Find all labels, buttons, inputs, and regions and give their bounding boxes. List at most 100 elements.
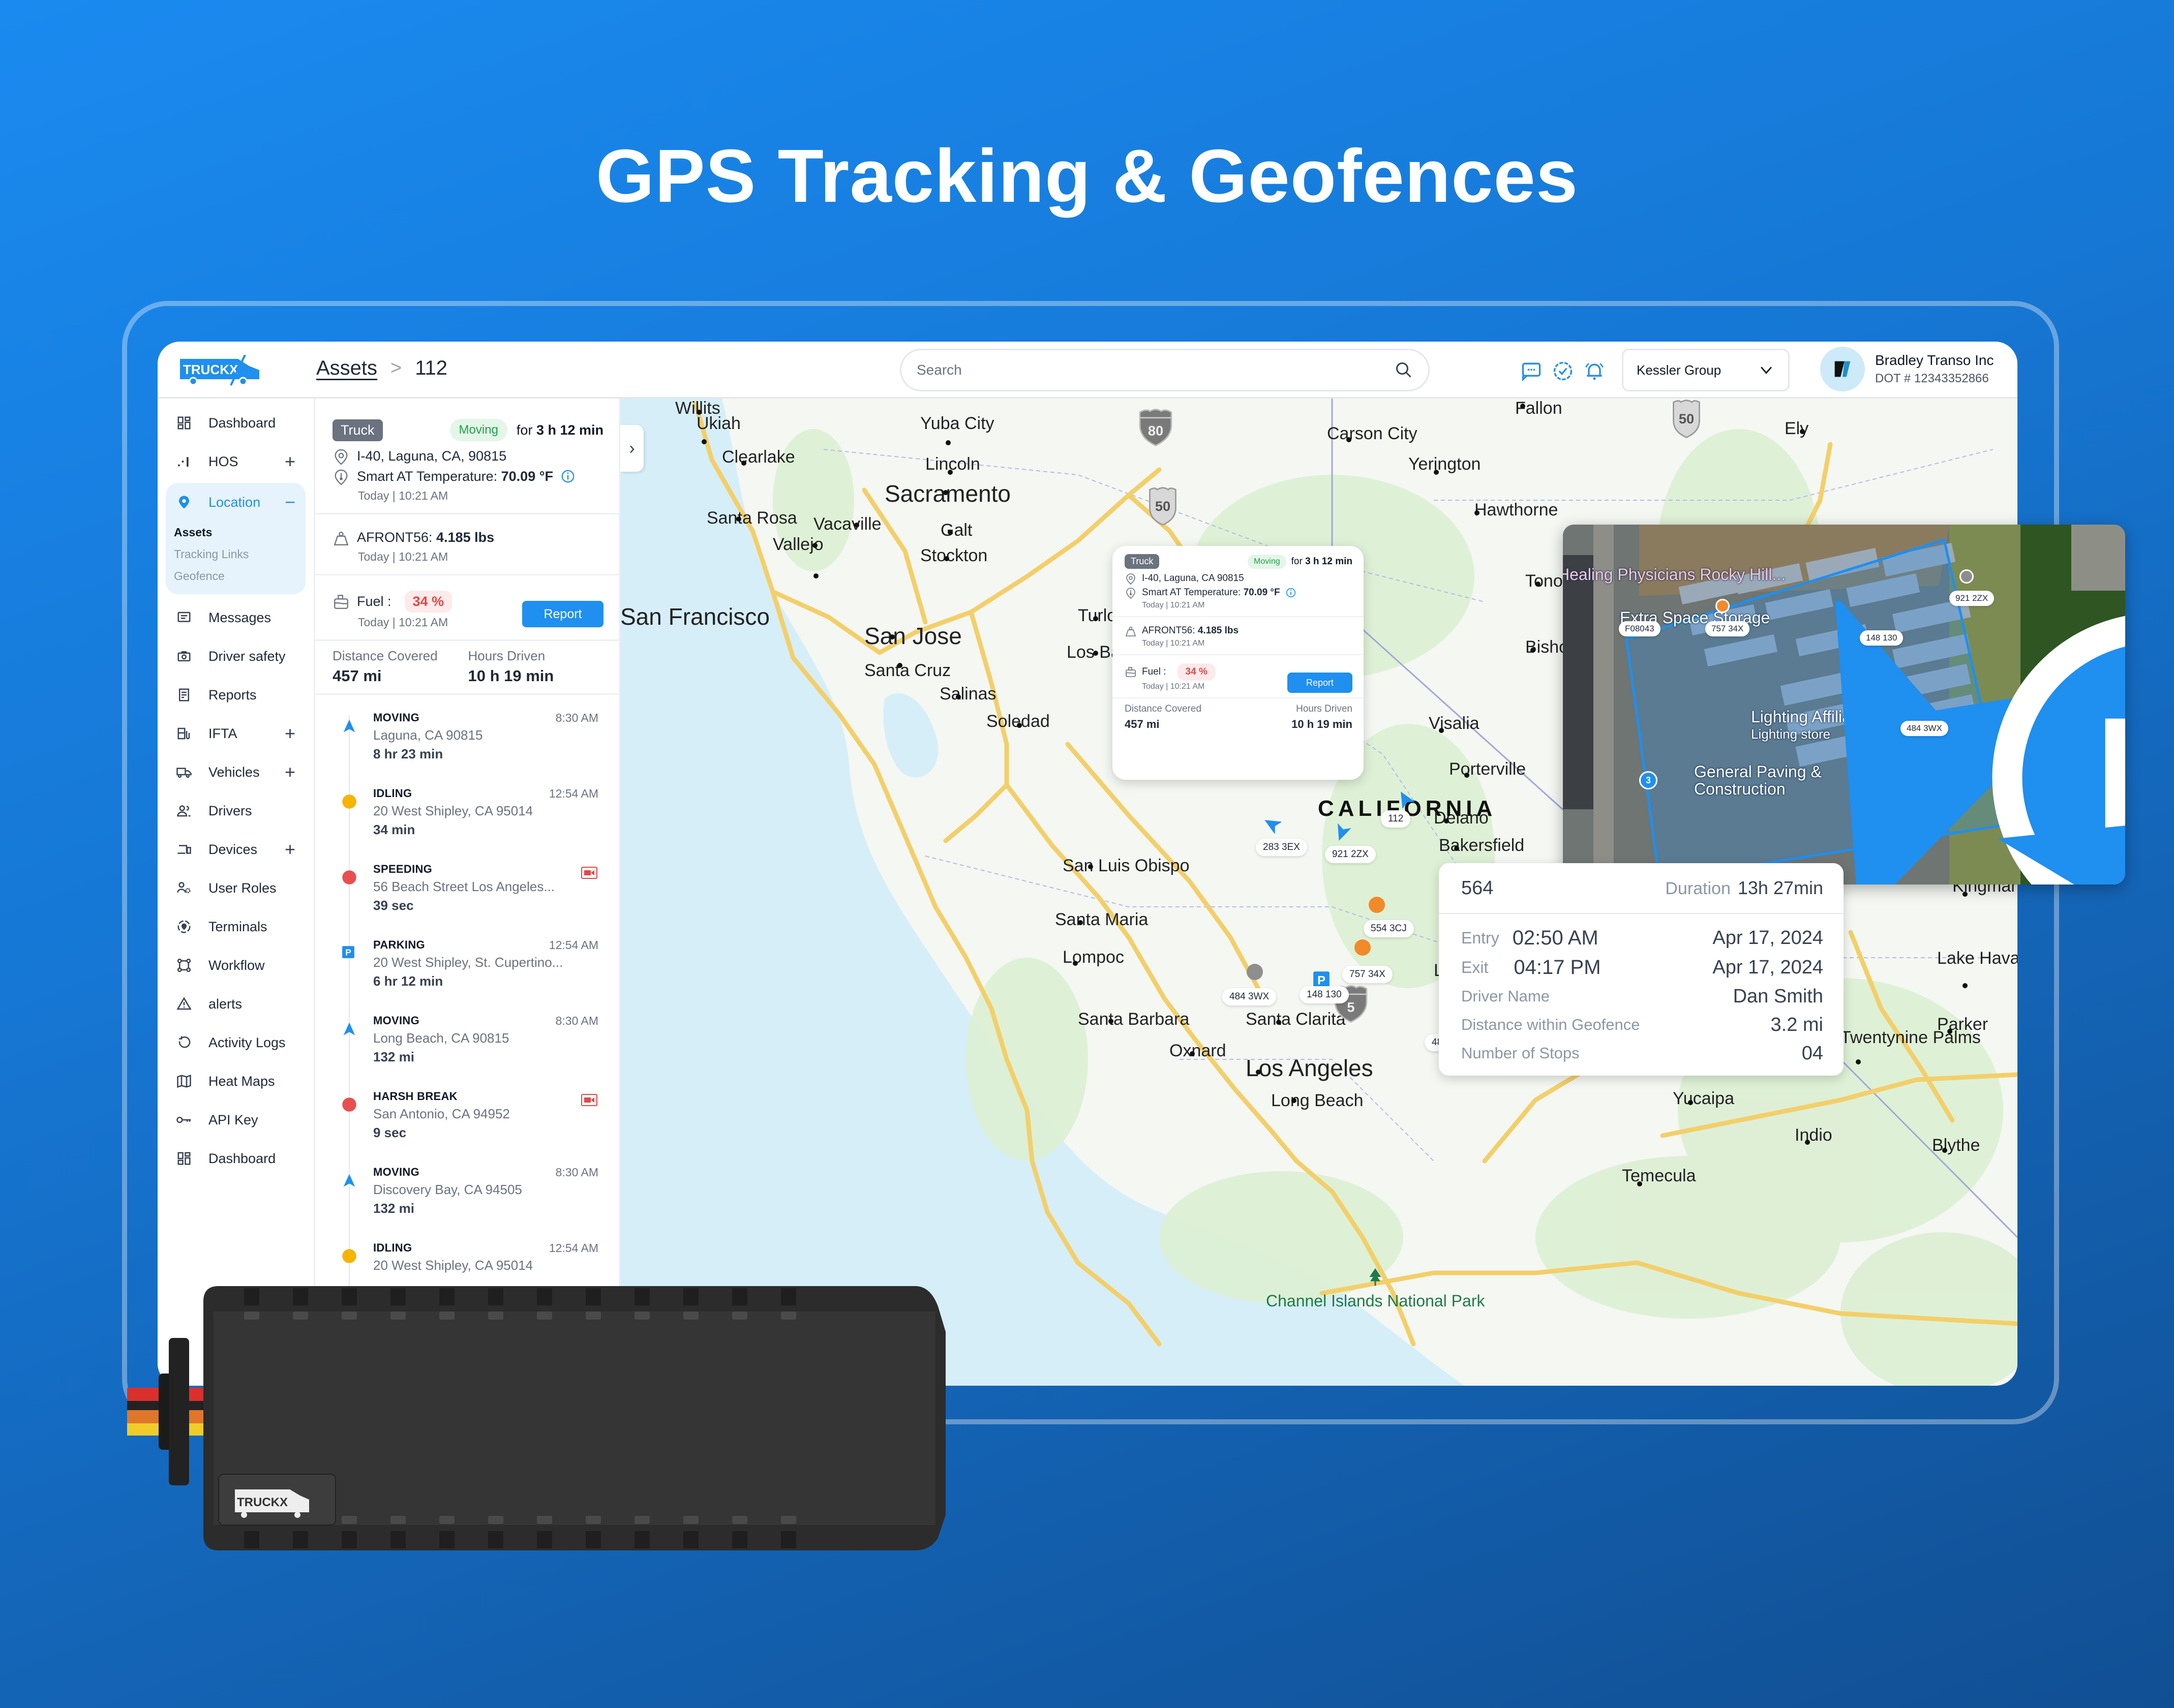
timeline-item[interactable]: P PARKING 12:54 AM 20 West Shipley, St. …	[333, 930, 603, 1006]
report-button[interactable]: Report	[522, 601, 603, 627]
vehicle-label[interactable]: 757 34X	[1342, 966, 1393, 983]
timeline-time: 12:54 AM	[549, 1241, 598, 1255]
popup-location: I-40, Laguna, CA 90815	[1142, 573, 1244, 584]
timeline-address: San Antonio, CA 94952	[373, 1106, 510, 1121]
moving-arrow-icon	[342, 1173, 357, 1188]
vehicle-label[interactable]: 148 130	[1300, 986, 1349, 1003]
account-menu[interactable]: Bradley Transo Inc DOT # 12343352866	[1820, 347, 1994, 391]
truckx-logo[interactable]: TRUCKX	[178, 355, 263, 386]
sidebar-item-reports[interactable]: Reports	[158, 676, 314, 714]
sidebar-item-alerts[interactable]: alerts	[158, 985, 314, 1023]
info-icon[interactable]	[560, 469, 576, 484]
city-dot	[1291, 1098, 1296, 1103]
vehicle-label[interactable]: 283 3EX	[1256, 839, 1307, 856]
timeline-item[interactable]: MOVING 8:30 AM Long Beach, CA 90815 132 …	[333, 1006, 603, 1082]
timeline-detail: 9 sec	[373, 1125, 407, 1140]
timeline-item[interactable]: MOVING 8:30 AM Laguna, CA 90815 8 hr 23 …	[333, 703, 603, 779]
breadcrumb-assets-link[interactable]: Assets	[316, 357, 377, 380]
parking-icon: P	[342, 946, 357, 961]
sidebar-item-hos[interactable]: HOS +	[158, 442, 314, 481]
sidebar-item-messages[interactable]: Messages	[158, 598, 314, 637]
vehicle-label[interactable]: 554 3CJ	[1364, 920, 1414, 937]
vehicle-label[interactable]: 921 2ZX	[1949, 591, 1995, 606]
sidebar-subitem-assets[interactable]: Assets	[166, 522, 306, 543]
moving-vehicle-arrow-icon[interactable]	[1262, 814, 1281, 834]
sidebar-item-user-roles[interactable]: User Roles	[158, 869, 314, 907]
sidebar-item-devices[interactable]: Devices +	[158, 830, 314, 869]
sidebar-item-terminals[interactable]: Terminals	[158, 907, 314, 946]
popup-report-button[interactable]: Report	[1287, 673, 1352, 693]
stopped-vehicle-dot[interactable]	[1959, 569, 1974, 584]
idling-vehicle-dot[interactable]	[1715, 599, 1730, 613]
sidebar-item-dashboard-2[interactable]: Dashboard	[158, 1139, 314, 1178]
city-dot	[890, 634, 895, 639]
timeline-item[interactable]: HARSH BREAK San Antonio, CA 94952 9 sec	[333, 1082, 603, 1157]
sidebar-item-activity-logs[interactable]: Activity Logs	[158, 1023, 314, 1062]
collapse-icon[interactable]: −	[285, 492, 295, 513]
info-icon[interactable]	[1285, 587, 1296, 598]
stopped-vehicle-dot[interactable]	[1247, 964, 1263, 980]
svg-text:TRUCKX: TRUCKX	[183, 362, 238, 377]
timeline-item[interactable]: SPEEDING 56 Beach Street Los Angeles... …	[333, 855, 603, 930]
city-dot	[1073, 961, 1078, 966]
timeline-item[interactable]: IDLING 12:54 AM 20 West Shipley, CA 9501…	[333, 779, 603, 855]
idling-vehicle-dot[interactable]	[1354, 939, 1371, 956]
hours-value: 10 h 19 min	[468, 667, 554, 685]
sensor-timestamp: Today | 10:21 AM	[358, 550, 448, 563]
city-label: Santa Barbara	[1078, 1010, 1190, 1029]
sidebar-item-driver-safety[interactable]: Driver safety	[158, 637, 314, 676]
sidebar-subitem-tracking-links[interactable]: Tracking Links	[166, 543, 306, 565]
collapse-panel-button[interactable]: ›	[620, 425, 644, 472]
svg-text:50: 50	[1155, 498, 1170, 514]
sidebar-subitem-geofence[interactable]: Geofence	[166, 565, 306, 587]
sidebar-item-vehicles[interactable]: Vehicles +	[158, 753, 314, 791]
vehicle-label[interactable]: 757 34X	[1705, 621, 1750, 636]
sidebar-item-workflow[interactable]: Workflow	[158, 946, 314, 985]
video-camera-icon[interactable]	[581, 1094, 597, 1106]
sidebar-item-ifta[interactable]: IFTA +	[158, 714, 314, 753]
vehicle-label[interactable]: 148 130	[1860, 630, 1904, 646]
sidebar-item-heat-maps[interactable]: Heat Maps	[158, 1062, 314, 1101]
timeline-time: 8:30 AM	[555, 711, 598, 724]
geofence-satellite-view[interactable]: Healing Physicians Rocky Hill... Extra S…	[1563, 525, 2125, 884]
bell-icon[interactable]	[1583, 360, 1606, 382]
vehicle-label[interactable]: 112	[1381, 810, 1411, 828]
moving-vehicle-arrow-icon[interactable]	[1395, 789, 1414, 808]
timeline-detail: 8 hr 23 min	[373, 746, 443, 761]
organization-select[interactable]: Kessler Group	[1622, 349, 1790, 391]
expand-icon[interactable]: +	[285, 723, 295, 744]
vehicle-label[interactable]: 921 2ZX	[1325, 846, 1376, 863]
city-dot	[1474, 510, 1479, 515]
ifta-fuel-icon	[175, 724, 193, 743]
city-dot	[1962, 892, 1968, 897]
sidebar-item-label: Dashboard	[208, 415, 276, 431]
idling-vehicle-dot[interactable]	[1369, 897, 1385, 913]
sidebar-item-api-key[interactable]: API Key	[158, 1101, 314, 1139]
city-label: Temecula	[1622, 1166, 1696, 1185]
sidebar-item-drivers[interactable]: Drivers	[158, 791, 314, 830]
search-input[interactable]	[917, 362, 1395, 378]
video-camera-icon[interactable]	[581, 867, 597, 879]
moving-vehicle-arrow-icon[interactable]	[1332, 824, 1351, 843]
popup-fuel-section: Fuel : 34 % Today | 10:21 AM Report	[1112, 655, 1364, 698]
sidebar-item-label: Reports	[208, 687, 257, 703]
city-dot	[702, 439, 707, 444]
expand-icon[interactable]: +	[285, 839, 295, 860]
timeline-item[interactable]: MOVING 8:30 AM Discovery Bay, CA 94505 1…	[333, 1157, 603, 1233]
vehicle-label[interactable]: 484 3WX	[1900, 721, 1948, 736]
vehicle-label[interactable]: 484 3WX	[1222, 988, 1277, 1005]
drivers-icon	[175, 802, 193, 820]
expand-icon[interactable]: +	[285, 451, 295, 472]
verified-badge-icon[interactable]	[1552, 360, 1574, 382]
city-dot	[1093, 651, 1098, 656]
sidebar-item-label: Devices	[208, 841, 258, 857]
sidebar-item-dashboard[interactable]: Dashboard	[158, 404, 314, 442]
expand-icon[interactable]: +	[285, 761, 295, 783]
sidebar-item-location[interactable]: Location −	[166, 483, 306, 522]
timeline-time: 12:54 AM	[549, 787, 598, 800]
vehicle-label[interactable]: F08043	[1619, 621, 1660, 636]
temperature-reading: Smart AT Temperature: 70.09 °F	[357, 469, 553, 484]
timeline-address: Laguna, CA 90815	[373, 727, 483, 743]
chat-icon[interactable]	[1520, 360, 1543, 382]
search-icon[interactable]	[1395, 361, 1413, 379]
